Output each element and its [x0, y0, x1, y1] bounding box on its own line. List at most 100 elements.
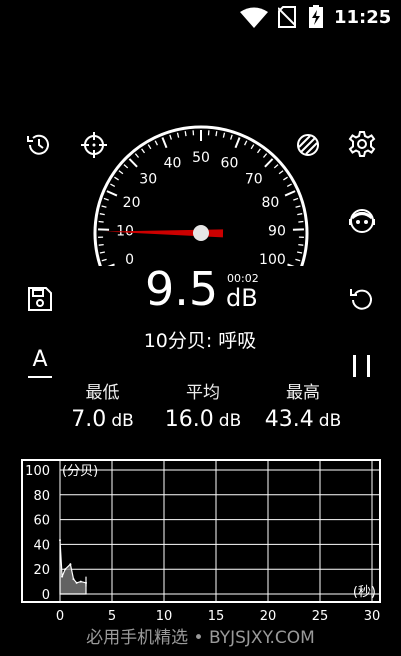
gauge-minor-tick: [298, 220, 304, 223]
chart-x-tick-label: 15: [208, 609, 225, 624]
chart-data-point: [69, 563, 72, 566]
no-sim-icon: [278, 6, 296, 28]
robot-face-icon[interactable]: [347, 206, 377, 236]
gauge-minor-tick: [215, 131, 218, 137]
reading-value: 9.5: [145, 262, 219, 316]
chart-data-point: [79, 580, 82, 583]
gauge-minor-tick: [98, 220, 104, 223]
chart-data-point: [72, 578, 75, 581]
chart-x-tick-label: 30: [364, 609, 381, 624]
gauge-minor-tick: [110, 183, 116, 187]
gauge-minor-tick: [297, 213, 303, 216]
gauge-minor-tick: [141, 148, 146, 154]
decibel-reading: 9.5 00:02 dB: [140, 262, 270, 322]
gauge-minor-tick: [295, 258, 301, 262]
reading-description: 10分贝: 呼吸: [143, 330, 257, 352]
chart-y-axis-label: (分贝): [62, 464, 98, 479]
chart-y-tick-label: 100: [25, 464, 50, 479]
gauge-minor-tick: [118, 170, 124, 175]
gauge-minor-tick: [283, 176, 288, 181]
gauge-tick-label: 30: [139, 171, 157, 187]
gauge-tick-label: 90: [268, 223, 286, 239]
stat-max-unit: dB: [318, 411, 342, 431]
chart-data-point: [59, 539, 61, 542]
chart-y-tick-label: 60: [33, 514, 50, 529]
stat-avg-unit: dB: [218, 411, 242, 431]
gauge-tick-label: 40: [164, 156, 182, 172]
chart-x-tick-label: 5: [108, 609, 116, 624]
gauge-minor-tick: [222, 132, 226, 138]
history-icon[interactable]: [25, 131, 53, 159]
chart-x-tick-label: 20: [260, 609, 277, 624]
gauge-major-tick: [284, 190, 296, 197]
chart-data-point: [61, 575, 64, 578]
decibel-history-chart: 100 80 60 40 20 00 5 10 15 20 25 30 (分贝) (秒): [21, 459, 381, 624]
gauge-major-tick: [264, 158, 274, 168]
gauge-minor-tick: [134, 153, 140, 158]
gauge-major-tick: [287, 263, 295, 266]
chart-frame: [21, 459, 381, 603]
watermark: 必用手机精选 • BYJSJXY.COM: [86, 628, 315, 648]
stat-max: 最高 43.4 dB: [248, 378, 358, 432]
weighting-label: A: [32, 347, 48, 372]
gauge-minor-tick: [243, 140, 248, 146]
gauge-minor-tick: [278, 170, 284, 175]
gauge-minor-tick: [114, 176, 119, 181]
chart-data-point: [64, 568, 67, 571]
gauge-minor-tick: [273, 164, 279, 169]
gauge-major-tick: [107, 263, 115, 266]
gauge-minor-tick: [295, 205, 301, 208]
chart-y-tick-label: 20: [33, 563, 50, 578]
gauge-minor-tick: [286, 183, 292, 187]
reset-icon[interactable]: [348, 285, 376, 313]
gauge-tick-label: 0: [125, 252, 134, 266]
gauge-minor-tick: [103, 197, 109, 201]
settings-gear-icon[interactable]: [348, 130, 376, 158]
gauge-minor-tick: [256, 148, 261, 154]
chart-x-axis-label: (秒): [353, 585, 376, 600]
gauge-minor-tick: [298, 243, 304, 246]
stat-min-unit: dB: [111, 411, 134, 431]
gauge-tick-label: 80: [262, 195, 280, 211]
stat-max-label: 最高: [286, 383, 320, 403]
chart-x-tick-label: 25: [312, 609, 329, 624]
gauge-tick-label: 60: [221, 156, 239, 172]
wifi-icon: [240, 7, 268, 29]
weighting-a-button[interactable]: A: [28, 348, 52, 380]
gauge-minor-tick: [230, 134, 233, 140]
stat-avg-value: 16.0: [164, 407, 214, 432]
gauge-minor-tick: [99, 251, 105, 254]
reading-unit: dB: [226, 284, 258, 312]
gauge-tick-label: 20: [123, 195, 141, 211]
gauge-minor-tick: [101, 205, 107, 208]
pause-icon[interactable]: [350, 353, 374, 379]
stat-avg-label: 平均: [186, 383, 220, 403]
gauge-minor-tick: [184, 131, 187, 137]
chart-x-tick-label: 0: [56, 609, 64, 624]
gauge-tick-label: 70: [245, 171, 263, 187]
gauge-tick-label: 50: [192, 150, 210, 166]
gauge-minor-tick: [147, 144, 152, 150]
gauge-major-tick: [106, 190, 118, 197]
gauge-minor-tick: [169, 134, 172, 140]
stat-min: 最低 7.0 dB: [50, 378, 155, 432]
gauge-minor-tick: [262, 153, 268, 158]
chart-series-area: [59, 540, 87, 595]
gauge-major-tick: [161, 137, 168, 149]
gauge-minor-tick: [293, 197, 299, 201]
gauge-minor-tick: [99, 213, 105, 216]
status-bar: 11:25: [0, 0, 401, 36]
status-time: 11:25: [334, 7, 392, 28]
chart-data-point: [75, 581, 78, 584]
weighting-underline: [28, 376, 52, 378]
stat-max-value: 43.4: [264, 407, 314, 432]
gauge-minor-tick: [123, 164, 129, 169]
chart-y-tick-label: 0: [42, 588, 50, 603]
save-icon[interactable]: [27, 286, 53, 312]
chart-y-tick-label: 40: [33, 538, 50, 553]
stat-min-label: 最低: [85, 383, 120, 403]
battery-charging-icon: [308, 5, 324, 29]
sound-level-gauge: 0102030405060708090100: [93, 125, 309, 266]
gauge-minor-tick: [176, 132, 180, 138]
gauge-major-tick: [234, 137, 241, 149]
